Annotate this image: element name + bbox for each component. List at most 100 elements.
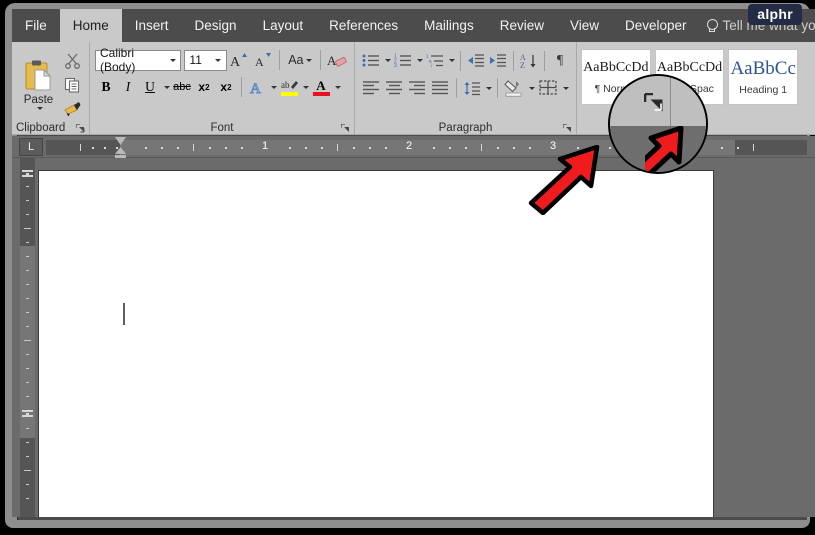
- tab-view[interactable]: View: [557, 9, 612, 42]
- align-left-button[interactable]: [360, 76, 383, 100]
- bullets-button[interactable]: [360, 49, 382, 72]
- show-formatting-marks-button[interactable]: ¶: [549, 49, 571, 72]
- font-name-combobox[interactable]: Calibri (Body): [95, 46, 182, 74]
- style-item-no-spacing[interactable]: AaBbCcDd ¶ No Spac: [654, 49, 725, 105]
- tab-design[interactable]: Design: [182, 9, 250, 42]
- tab-file[interactable]: File: [12, 9, 60, 42]
- ruler-number-2: 2: [405, 140, 413, 152]
- tab-mailings[interactable]: Mailings: [411, 9, 487, 42]
- underline-dropdown[interactable]: [161, 75, 171, 99]
- align-center-button[interactable]: [383, 76, 406, 100]
- tab-review[interactable]: Review: [487, 9, 557, 42]
- horizontal-ruler[interactable]: L 1 2 3 4: [12, 136, 815, 160]
- clipboard-dialog-launcher[interactable]: [76, 124, 85, 133]
- tab-stop-selector[interactable]: L: [19, 138, 43, 156]
- font-dialog-launcher[interactable]: [341, 124, 350, 133]
- svg-text:i: i: [431, 63, 432, 68]
- align-right-icon: [409, 81, 425, 95]
- paragraph-separator-3: [544, 50, 545, 71]
- strikethrough-label: abc: [173, 81, 191, 93]
- format-painter-button[interactable]: [60, 97, 84, 120]
- change-case-label: Aa: [288, 53, 304, 67]
- font-separator-1: [278, 50, 280, 70]
- numbering-button[interactable]: 1 2 3: [392, 49, 414, 72]
- ruler-number-3: 3: [549, 140, 557, 152]
- multilevel-list-icon: 1 a i: [426, 54, 443, 68]
- font-name-caret-icon[interactable]: [167, 51, 179, 70]
- font-color-dropdown[interactable]: [332, 75, 342, 99]
- style-item-normal[interactable]: AaBbCcDd ¶ Normal: [581, 49, 651, 105]
- align-right-button[interactable]: [406, 76, 429, 100]
- line-spacing-button[interactable]: [461, 77, 483, 100]
- multilevel-list-button[interactable]: 1 a i: [424, 49, 446, 72]
- paste-dropdown-caret[interactable]: [36, 107, 43, 110]
- bullets-dropdown[interactable]: [382, 49, 392, 72]
- style-item-heading-1[interactable]: AaBbCc Heading 1: [728, 49, 799, 105]
- font-size-value: 11: [189, 53, 202, 67]
- decrease-indent-button[interactable]: [465, 49, 487, 72]
- copy-icon: [64, 77, 79, 93]
- change-case-button[interactable]: Aa: [284, 48, 317, 72]
- style-name-normal: ¶ Normal: [594, 82, 638, 95]
- tab-references[interactable]: References: [316, 9, 411, 42]
- bold-label: B: [101, 79, 111, 94]
- underline-label: U: [145, 79, 155, 94]
- tab-developer[interactable]: Developer: [612, 9, 700, 42]
- bold-button[interactable]: B: [95, 75, 117, 99]
- paragraph-separator-4: [456, 78, 457, 98]
- font-color-button[interactable]: A: [310, 75, 332, 99]
- vertical-ruler[interactable]: [20, 158, 35, 517]
- sort-button[interactable]: A Z: [518, 49, 540, 72]
- change-case-caret-icon[interactable]: [305, 58, 312, 62]
- increase-indent-button[interactable]: [487, 49, 509, 72]
- superscript-button[interactable]: x2: [215, 75, 237, 99]
- justify-button[interactable]: [429, 76, 452, 100]
- tab-home[interactable]: Home: [59, 9, 122, 42]
- style-sample-heading-1: AaBbCc: [730, 58, 796, 79]
- borders-dropdown[interactable]: [560, 77, 570, 100]
- ribbon-group-styles: AaBbCcDd ¶ Normal AaBbCcDd ¶ No Spac AaB…: [577, 42, 807, 135]
- underline-button[interactable]: U: [139, 75, 161, 99]
- vruler-bottom-margin-marker[interactable]: [22, 410, 33, 417]
- text-effects-button[interactable]: A: [246, 75, 268, 99]
- font-name-value: Calibri (Body): [100, 46, 136, 74]
- grow-font-button[interactable]: A: [227, 48, 251, 72]
- clear-formatting-button[interactable]: A: [325, 48, 349, 72]
- paste-button[interactable]: Paste: [17, 46, 60, 120]
- italic-button[interactable]: I: [117, 75, 139, 99]
- document-page[interactable]: [38, 170, 714, 517]
- cut-button[interactable]: [60, 49, 84, 72]
- strikethrough-button[interactable]: abc: [171, 75, 193, 99]
- svg-text:3: 3: [394, 63, 397, 68]
- multilevel-list-dropdown[interactable]: [446, 49, 456, 72]
- numbering-dropdown[interactable]: [414, 49, 424, 72]
- scissors-icon: [64, 53, 80, 69]
- line-spacing-icon: [464, 81, 480, 95]
- highlight-button[interactable]: ab: [278, 75, 300, 99]
- shrink-font-icon: A: [255, 52, 272, 69]
- subscript-button[interactable]: x2: [193, 75, 215, 99]
- vruler-top-margin-marker[interactable]: [22, 170, 33, 177]
- font-size-combobox[interactable]: 11: [184, 49, 227, 71]
- grow-font-icon: A: [230, 52, 248, 70]
- tab-stop-selector-label: L: [27, 141, 35, 153]
- shrink-font-button[interactable]: A: [251, 48, 275, 72]
- shading-button[interactable]: [502, 77, 526, 100]
- text-effects-dropdown[interactable]: [268, 75, 278, 99]
- highlight-dropdown[interactable]: [300, 75, 310, 99]
- tab-layout[interactable]: Layout: [250, 9, 317, 42]
- svg-text:A: A: [230, 55, 241, 70]
- paste-icon: [25, 60, 51, 91]
- shading-dropdown[interactable]: [526, 77, 536, 100]
- font-separator-3: [241, 77, 242, 97]
- font-size-caret-icon[interactable]: [211, 51, 224, 70]
- tab-insert[interactable]: Insert: [122, 9, 182, 42]
- line-spacing-dropdown[interactable]: [483, 77, 493, 100]
- copy-button[interactable]: [60, 73, 84, 96]
- highlight-icon: ab: [281, 80, 298, 90]
- bullets-icon: [362, 54, 379, 67]
- style-sample-no-spacing: AaBbCcDd: [656, 59, 723, 75]
- text-cursor: [123, 303, 125, 325]
- decrease-indent-icon: [468, 54, 484, 67]
- borders-button[interactable]: [536, 77, 560, 100]
